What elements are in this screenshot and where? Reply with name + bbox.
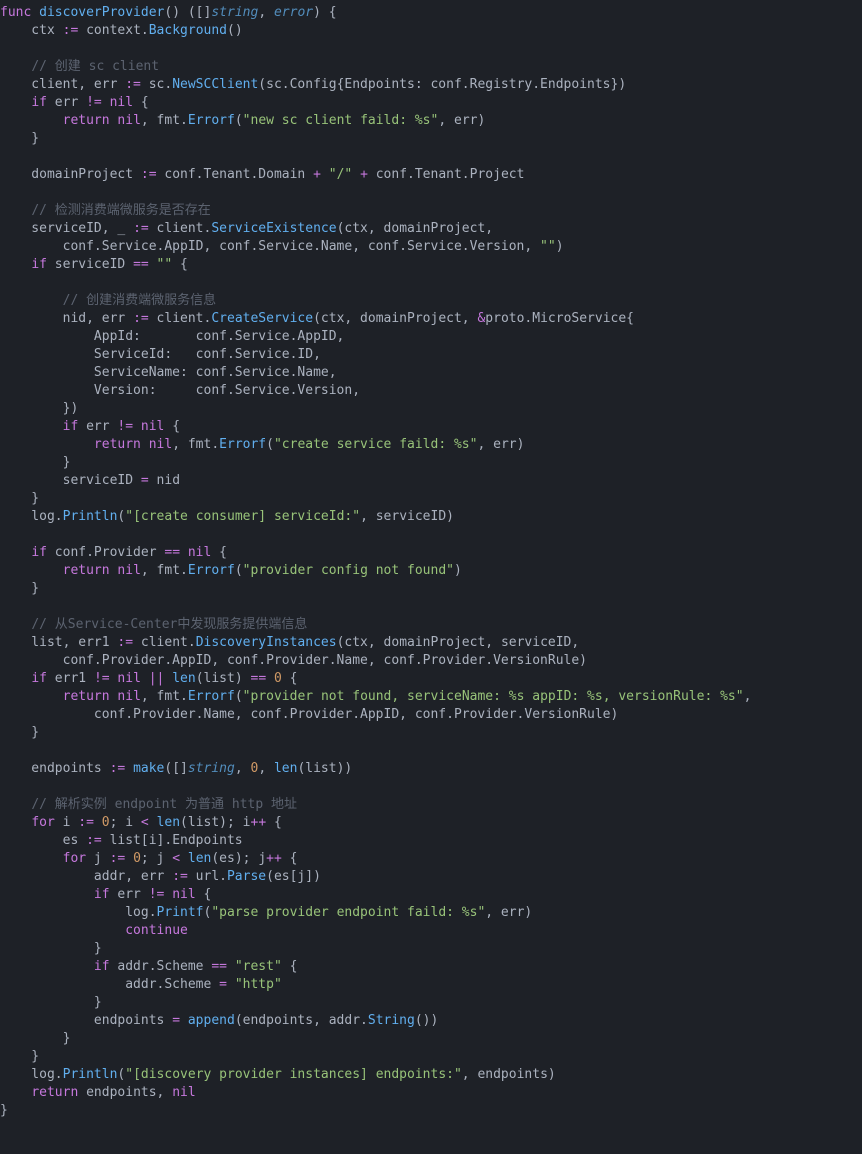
comment: // 创建 sc client <box>31 59 159 74</box>
code-line: return nil, fmt.Errorf("create service f… <box>0 437 524 452</box>
code-line: // 解析实例 endpoint 为普通 http 地址 <box>0 797 297 812</box>
code-line: } <box>0 455 70 470</box>
code-line: ServiceId: conf.Service.ID, <box>0 347 321 362</box>
code-line: if conf.Provider == nil { <box>0 545 227 560</box>
code-line: // 创建 sc client <box>0 59 159 74</box>
code-line: conf.Provider.Name, conf.Provider.AppID,… <box>0 707 618 722</box>
code-line: func discoverProvider() ([]string, error… <box>0 5 337 20</box>
code-line: return nil, fmt.Errorf("provider not fou… <box>0 689 751 704</box>
code-line: } <box>0 491 39 506</box>
code-line: ctx := context.Background() <box>0 23 243 38</box>
code-line: for j := 0; j < len(es); j++ { <box>0 851 297 866</box>
code-line: addr, err := url.Parse(es[j]) <box>0 869 321 884</box>
code-line: // 创建消费端微服务信息 <box>0 293 216 308</box>
code-line: return nil, fmt.Errorf("new sc client fa… <box>0 113 485 128</box>
comment: // 从Service-Center中发现服务提供端信息 <box>31 617 307 632</box>
code-line: serviceID, _ := client.ServiceExistence(… <box>0 221 493 236</box>
code-line: } <box>0 1049 39 1064</box>
code-line: } <box>0 1031 70 1046</box>
code-line: list, err1 := client.DiscoveryInstances(… <box>0 635 579 650</box>
code-line: // 检测消费端微服务是否存在 <box>0 203 211 218</box>
code-line: AppId: conf.Service.AppID, <box>0 329 344 344</box>
code-line: endpoints = append(endpoints, addr.Strin… <box>0 1013 438 1028</box>
code-line: nid, err := client.CreateService(ctx, do… <box>0 311 634 326</box>
code-line: }) <box>0 401 78 416</box>
code-line: endpoints := make([]string, 0, len(list)… <box>0 761 352 776</box>
code-editor[interactable]: func discoverProvider() ([]string, error… <box>0 0 862 1132</box>
code-line: } <box>0 995 102 1010</box>
code-line: domainProject := conf.Tenant.Domain + "/… <box>0 167 524 182</box>
code-line: if err != nil { <box>0 95 149 110</box>
code-line: log.Println("[create consumer] serviceId… <box>0 509 454 524</box>
comment: // 检测消费端微服务是否存在 <box>31 203 210 218</box>
code-line: // 从Service-Center中发现服务提供端信息 <box>0 617 307 632</box>
code-line: if err1 != nil || len(list) == 0 { <box>0 671 297 686</box>
code-line: es := list[i].Endpoints <box>0 833 243 848</box>
code-line: } <box>0 941 102 956</box>
comment: // 创建消费端微服务信息 <box>63 293 216 308</box>
code-line: for i := 0; i < len(list); i++ { <box>0 815 282 830</box>
code-line: if err != nil { <box>0 419 180 434</box>
code-line: if serviceID == "" { <box>0 257 188 272</box>
code-line: log.Println("[discovery provider instanc… <box>0 1067 556 1082</box>
code-line: ServiceName: conf.Service.Name, <box>0 365 337 380</box>
code-line: if addr.Scheme == "rest" { <box>0 959 297 974</box>
code-line: } <box>0 581 39 596</box>
code-line: return nil, fmt.Errorf("provider config … <box>0 563 462 578</box>
code-line: client, err := sc.NewSCClient(sc.Config{… <box>0 77 626 92</box>
code-line: } <box>0 131 39 146</box>
code-line: conf.Provider.AppID, conf.Provider.Name,… <box>0 653 587 668</box>
code-line: conf.Service.AppID, conf.Service.Name, c… <box>0 239 564 254</box>
comment: // 解析实例 endpoint 为普通 http 地址 <box>31 797 297 812</box>
code-line: Version: conf.Service.Version, <box>0 383 360 398</box>
code-line: return endpoints, nil <box>0 1085 196 1100</box>
code-line: log.Printf("parse provider endpoint fail… <box>0 905 532 920</box>
code-line: if err != nil { <box>0 887 211 902</box>
code-line: continue <box>0 923 188 938</box>
code-line: } <box>0 725 39 740</box>
code-line: addr.Scheme = "http" <box>0 977 282 992</box>
code-line: } <box>0 1103 8 1118</box>
code-line: serviceID = nid <box>0 473 180 488</box>
